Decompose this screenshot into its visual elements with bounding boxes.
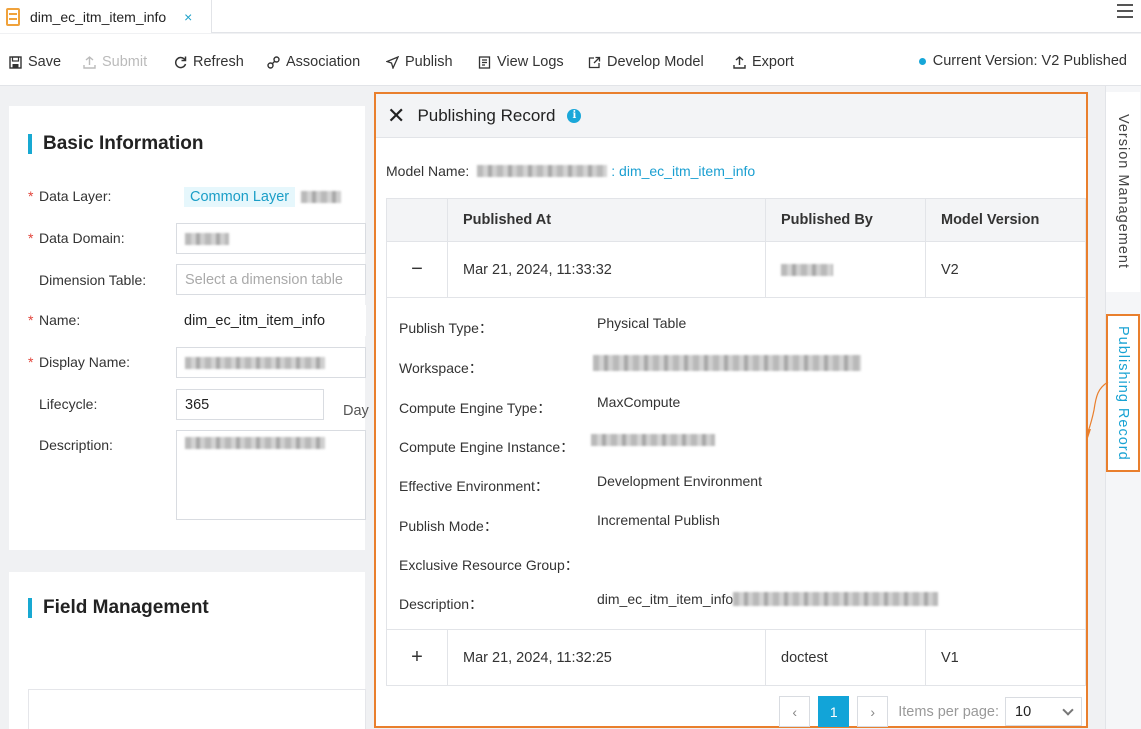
- pagination: ‹ 1 › Items per page: 10: [771, 696, 1082, 727]
- current-version-status: Current Version: V2 Published: [918, 53, 1127, 69]
- refresh-icon: [174, 56, 187, 69]
- next-page-button[interactable]: ›: [857, 696, 889, 727]
- description-textarea[interactable]: [176, 430, 366, 520]
- data-domain-select[interactable]: [176, 223, 366, 254]
- submit-button[interactable]: Submit: [83, 54, 147, 70]
- lifecycle-input[interactable]: 365: [176, 389, 324, 420]
- compute-engine-instance-value: [591, 434, 715, 446]
- tab-bar: dim_ec_itm_item_info ×: [0, 0, 1141, 33]
- column-model-version: Model Version: [941, 212, 1040, 228]
- table-icon: [6, 7, 20, 26]
- prev-page-button[interactable]: ‹: [779, 696, 811, 727]
- expand-row-icon[interactable]: +: [411, 646, 423, 669]
- log-icon: [478, 55, 491, 69]
- model-name: Model Name: : dim_ec_itm_item_info: [386, 163, 756, 179]
- publishing-record-drawer: ✕ Publishing Record i Model Name: : dim_…: [374, 92, 1088, 728]
- upload-icon: [83, 55, 96, 69]
- workspace-value: [593, 355, 861, 371]
- status-dot-icon: [918, 57, 926, 65]
- publish-type-value: Physical Table: [597, 315, 687, 331]
- publish-mode-value: Incremental Publish: [597, 512, 720, 528]
- field-management-title: Field Management: [28, 597, 209, 619]
- chevron-down-icon: [1062, 704, 1074, 716]
- save-button[interactable]: Save: [9, 54, 61, 70]
- toolbar: Save Submit Refresh Association Publish …: [0, 34, 1141, 86]
- link-icon: [267, 55, 280, 69]
- develop-model-button[interactable]: Develop Model: [588, 54, 704, 70]
- table-header: Published At Published By Model Version: [387, 199, 1085, 242]
- lifecycle-unit: Day: [343, 403, 369, 419]
- data-layer-label: Data Layer:: [39, 188, 112, 204]
- description-value: dim_ec_itm_item_info: [597, 591, 939, 607]
- basic-information-title: Basic Information: [28, 133, 203, 155]
- table-row: + Mar 21, 2024, 11:32:25 doctest V1: [387, 630, 1085, 686]
- row-detail-panel: Publish Type： Physical Table Workspace： …: [387, 298, 1085, 630]
- page-1-button[interactable]: 1: [818, 696, 850, 727]
- field-management-card: Field Management: [9, 572, 366, 729]
- model-name-link[interactable]: : dim_ec_itm_item_info: [611, 163, 755, 179]
- dimension-table-label: Dimension Table:: [39, 272, 147, 288]
- view-logs-button[interactable]: View Logs: [478, 54, 564, 70]
- lifecycle-label: Lifecycle:: [39, 396, 98, 412]
- table-row: − Mar 21, 2024, 11:33:32 V2: [387, 242, 1085, 298]
- compute-engine-type-value: MaxCompute: [597, 394, 681, 410]
- drawer-title: Publishing Record: [417, 105, 556, 125]
- common-layer-tag: Common Layer: [184, 186, 296, 207]
- items-per-page-label: Items per page:: [898, 703, 999, 720]
- association-button[interactable]: Association: [267, 54, 360, 70]
- refresh-button[interactable]: Refresh: [174, 54, 244, 70]
- collapse-row-icon[interactable]: −: [411, 258, 423, 281]
- export-button[interactable]: Export: [733, 54, 794, 70]
- info-icon[interactable]: i: [567, 108, 582, 123]
- publishing-record-table: Published At Published By Model Version …: [386, 198, 1086, 686]
- display-name-label: Display Name:: [39, 354, 131, 370]
- display-name-field[interactable]: [176, 347, 366, 378]
- column-published-at: Published At: [448, 199, 766, 241]
- field-table-container: [28, 689, 366, 729]
- column-published-by: Published By: [766, 199, 926, 241]
- name-label: Name:: [39, 312, 81, 328]
- version-management-tab[interactable]: Version Management: [1106, 92, 1140, 292]
- dimension-table-select[interactable]: Select a dimension table: [176, 264, 366, 295]
- items-per-page-select[interactable]: 10: [1005, 697, 1082, 726]
- tab-dim-ec-itm-item-info[interactable]: dim_ec_itm_item_info ×: [0, 0, 212, 33]
- save-icon: [9, 55, 22, 69]
- tab-title: dim_ec_itm_item_info: [30, 8, 167, 25]
- send-icon: [386, 55, 399, 69]
- drawer-header: ✕ Publishing Record i: [376, 94, 1086, 138]
- close-icon[interactable]: ×: [184, 9, 192, 25]
- effective-environment-value: Development Environment: [597, 473, 762, 489]
- external-link-icon: [588, 56, 601, 69]
- name-field[interactable]: dim_ec_itm_item_info: [176, 305, 366, 336]
- publish-button[interactable]: Publish: [386, 54, 453, 70]
- close-drawer-icon[interactable]: ✕: [387, 104, 405, 127]
- basic-information-card: Basic Information * Data Layer: Common L…: [9, 106, 369, 550]
- data-layer-select[interactable]: Common Layer: [176, 181, 356, 212]
- export-icon: [733, 55, 746, 69]
- hamburger-menu-icon[interactable]: [1117, 4, 1133, 18]
- data-domain-label: Data Domain:: [39, 230, 125, 246]
- publishing-record-tab[interactable]: Publishing Record: [1106, 314, 1140, 472]
- description-label: Description:: [39, 437, 113, 453]
